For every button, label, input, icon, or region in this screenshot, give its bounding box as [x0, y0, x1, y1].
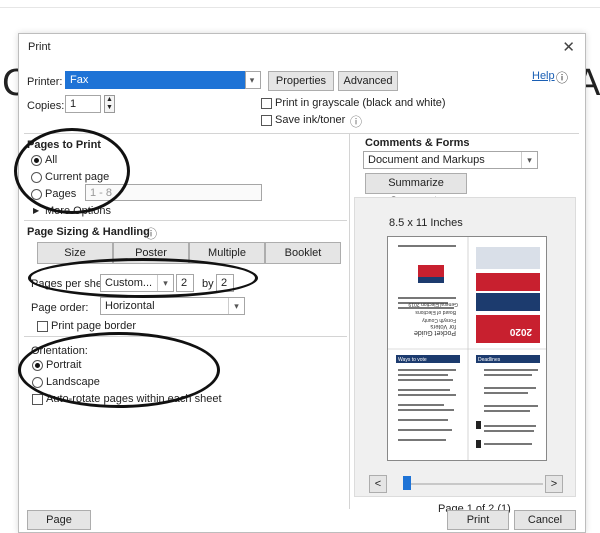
printer-dropdown-toggle[interactable]: ▾ [245, 71, 261, 89]
thumb-deadlines: Deadlines [478, 357, 501, 363]
thumb-ways: Ways to vote [398, 357, 427, 363]
copies-label: Copies: [27, 100, 65, 112]
copies-value: 1 [70, 98, 77, 110]
page-slider-thumb[interactable] [403, 476, 411, 490]
dialog-title: Print [28, 41, 51, 53]
page-setup-button[interactable]: Page Setup... [27, 510, 91, 533]
page-order-select[interactable]: Horizontal ▾ [100, 297, 245, 315]
page-thumbnail-art: Pocket Guide for Voters Forsyth County B… [388, 237, 546, 460]
save-ink-label: Save ink/toner [275, 114, 346, 126]
comments-title: Comments & Forms [365, 137, 470, 149]
help-icon[interactable]: ⓘ [556, 69, 568, 86]
vertical-divider [349, 134, 350, 509]
page-order-value: Horizontal [105, 300, 155, 312]
title-bar: Print ✕ [19, 34, 585, 60]
info-icon[interactable]: ⓘ [350, 113, 362, 130]
advanced-button[interactable]: Advanced [338, 71, 398, 91]
chevron-right-icon[interactable]: ▶ [33, 206, 39, 215]
thumb-board: Board of Elections [415, 309, 456, 315]
top-divider [0, 7, 600, 8]
summarize-comments-button[interactable]: Summarize Comments [365, 173, 467, 207]
thumb-election: General Election 2019 [408, 301, 458, 307]
copies-stepper[interactable]: ▲ ▼ [104, 95, 115, 113]
chevron-down-icon: ▾ [228, 298, 244, 314]
help-link[interactable]: Help [532, 70, 555, 82]
booklet-tab[interactable]: Booklet [265, 242, 341, 264]
copies-input[interactable]: 1 [65, 95, 101, 113]
print-button[interactable]: Print [447, 510, 509, 530]
chevron-down-icon: ▾ [249, 75, 255, 85]
divider [24, 220, 347, 221]
annotation-circle-pages [14, 128, 130, 214]
grayscale-label: Print in grayscale (black and white) [275, 97, 446, 109]
page-slider-track[interactable] [403, 483, 543, 485]
next-page-button[interactable]: > [545, 475, 563, 493]
divider [24, 133, 579, 134]
preview-panel: 8.5 x 11 Inches Pocket Guide for Voters … [354, 197, 576, 497]
page-order-label: Page order: [31, 302, 89, 314]
autorotate-checkbox[interactable] [32, 394, 43, 405]
printer-select[interactable]: Fax [65, 71, 260, 89]
close-icon[interactable]: ✕ [562, 38, 575, 56]
page-border-label: Print page border [51, 320, 136, 332]
sizing-title: Page Sizing & Handling [27, 226, 150, 238]
page-border-checkbox[interactable] [37, 321, 48, 332]
grayscale-checkbox[interactable] [261, 98, 272, 109]
info-icon[interactable]: ⓘ [145, 225, 157, 242]
annotation-circle-orientation [18, 332, 220, 408]
printer-label: Printer: [27, 76, 63, 88]
chevron-down-icon: ▾ [521, 152, 537, 168]
thumb-year: 2020 [509, 326, 532, 337]
comments-value: Document and Markups [368, 154, 485, 166]
cancel-button[interactable]: Cancel [514, 510, 576, 530]
paper-size-label: 8.5 x 11 Inches [389, 217, 463, 229]
printer-value: Fax [70, 74, 89, 86]
thumb-guide-title: Pocket Guide [414, 329, 456, 336]
comments-select[interactable]: Document and Markups ▾ [363, 151, 538, 169]
properties-button[interactable]: Properties [268, 71, 334, 91]
annotation-circle-pages-per-sheet [28, 258, 258, 298]
thumb-county: Forsyth County [422, 317, 456, 323]
previous-page-button[interactable]: < [369, 475, 387, 493]
save-ink-checkbox[interactable] [261, 115, 272, 126]
page-preview: Pocket Guide for Voters Forsyth County B… [387, 236, 547, 461]
